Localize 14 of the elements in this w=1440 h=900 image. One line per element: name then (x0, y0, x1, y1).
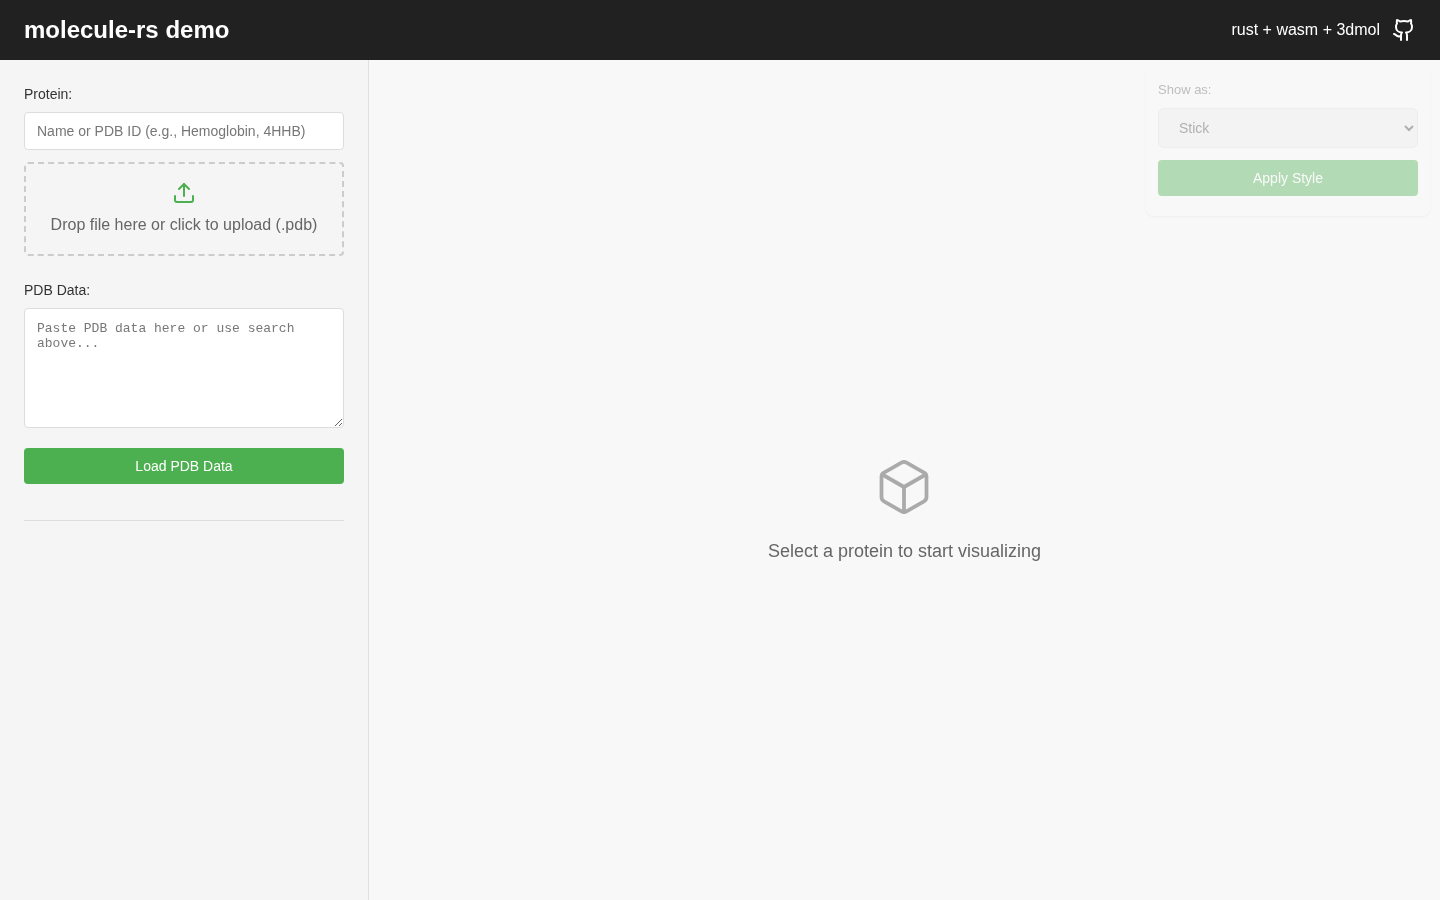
empty-state-message: Select a protein to start visualizing (767, 540, 1042, 563)
pdb-data-field[interactable]: Paste PDB data here or use search above... (24, 308, 344, 428)
github-link[interactable] (1392, 18, 1416, 42)
load-pdb-button[interactable]: Load PDB Data (24, 448, 344, 484)
protein-search-field[interactable]: Name or PDB ID (e.g., Hemoglobin, 4HHB) (24, 112, 344, 150)
show-as-label: Show as: (1158, 81, 1213, 99)
app-title: molecule-rs demo (24, 15, 230, 45)
file-drop-zone[interactable]: Drop file here or click to upload (.pdb) (24, 162, 344, 256)
upload-text: Drop file here or click to upload (.pdb) (50, 215, 318, 235)
protein-label: Protein: (24, 85, 74, 104)
pdb-data-label: PDB Data: (24, 281, 92, 300)
tech-tagline: rust + wasm + 3dmol (1231, 20, 1380, 40)
upload-icon (172, 181, 196, 205)
github-icon (1392, 18, 1416, 42)
